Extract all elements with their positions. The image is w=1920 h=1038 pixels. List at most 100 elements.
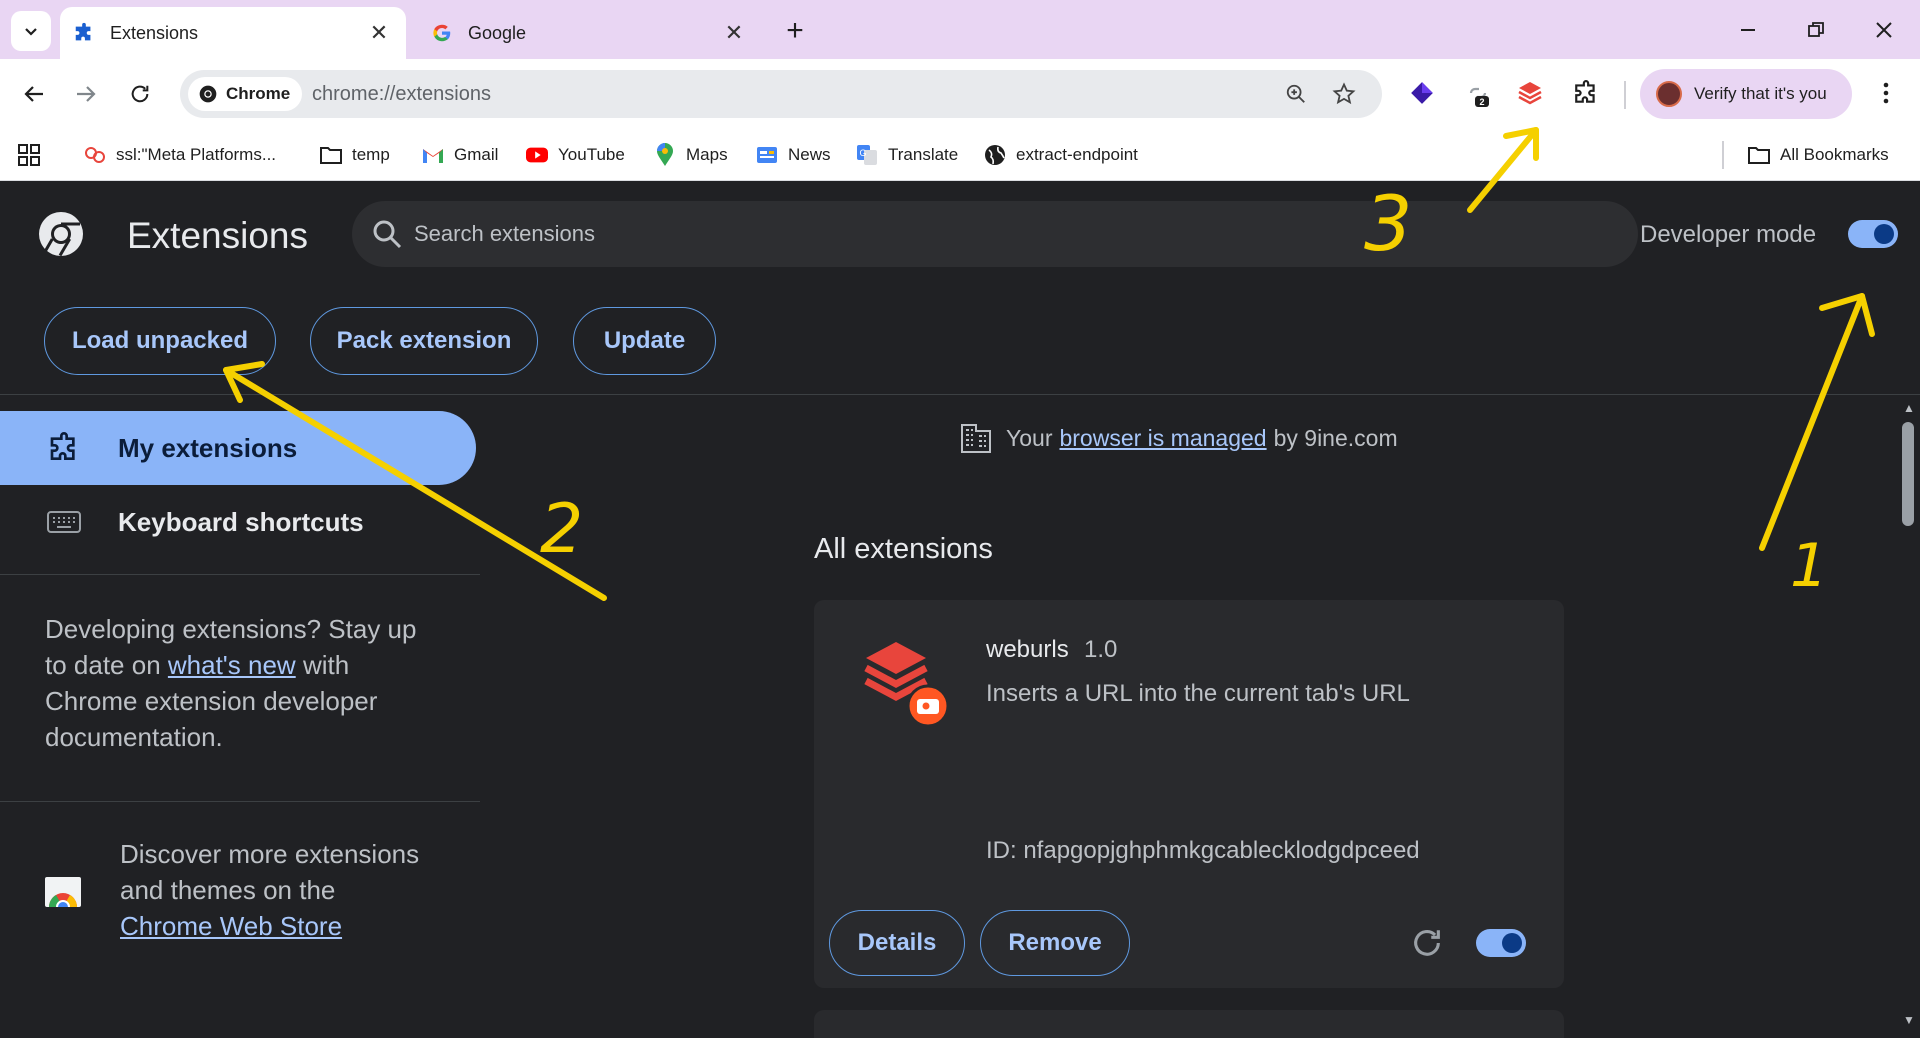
sidebar-item-keyboard-shortcuts[interactable]: Keyboard shortcuts	[0, 485, 476, 559]
tab-search-button[interactable]	[11, 11, 51, 51]
web-store-icon	[45, 877, 81, 907]
sidebar-item-label: Keyboard shortcuts	[118, 506, 364, 537]
purple-extension-icon[interactable]	[1404, 75, 1440, 111]
reload-icon	[131, 85, 149, 103]
back-button[interactable]	[14, 74, 54, 114]
whats-new-link[interactable]: what's new	[168, 650, 296, 680]
bookmark-meta[interactable]: ssl:"Meta Platforms...	[84, 141, 276, 169]
bookmark-star-icon[interactable]	[1330, 80, 1358, 108]
chrome-icon	[199, 85, 217, 103]
toggle-knob	[1502, 933, 1522, 953]
meta-icon	[84, 144, 106, 166]
chrome-logo-icon	[39, 212, 83, 257]
youtube-icon	[526, 144, 548, 166]
apps-button[interactable]	[18, 141, 40, 169]
annotation-label-2: 2	[540, 490, 583, 569]
extension-name: weburls	[986, 636, 1069, 663]
kebab-icon	[1883, 82, 1889, 104]
search-extensions-field[interactable]	[352, 201, 1638, 267]
toggle-knob	[1874, 224, 1894, 244]
tab-extensions[interactable]: Extensions ✕	[60, 7, 406, 59]
bookmark-label: Translate	[888, 145, 959, 164]
scrollbar-thumb[interactable]	[1902, 422, 1914, 526]
chrome-web-store-link[interactable]: Chrome Web Store	[120, 911, 342, 941]
forward-button[interactable]	[66, 74, 106, 114]
extensions-puzzle-icon[interactable]	[1568, 75, 1604, 111]
restore-button[interactable]	[1790, 8, 1842, 52]
minimize-icon	[1741, 29, 1755, 31]
pack-extension-button[interactable]: Pack extension	[310, 307, 538, 375]
close-tab-icon[interactable]: ✕	[364, 18, 394, 48]
site-info-chip[interactable]: Chrome	[188, 77, 303, 111]
maps-icon	[654, 143, 676, 166]
browser-managed-link[interactable]: browser is managed	[1059, 425, 1266, 452]
extension-id: ID: nfapgopjghphmkgcablecklodgdpceed	[986, 837, 1420, 864]
url-text[interactable]: chrome://extensions	[312, 83, 491, 106]
close-tab-icon[interactable]: ✕	[719, 18, 749, 48]
extension-badge: 2	[1479, 97, 1484, 107]
bookmark-label: Gmail	[454, 145, 499, 164]
all-bookmarks-label: All Bookmarks	[1780, 145, 1889, 164]
scroll-down-arrow[interactable]: ▼	[1901, 1012, 1917, 1028]
scroll-up-arrow[interactable]: ▲	[1901, 400, 1917, 416]
chevron-down-icon	[25, 28, 37, 36]
managed-notice: Your browser is managed by 9ine.com	[960, 420, 1398, 456]
puzzle-icon	[72, 21, 96, 45]
page-title: Extensions	[127, 215, 308, 256]
sidebar-divider	[0, 574, 480, 575]
bookmark-youtube[interactable]: YouTube	[526, 141, 625, 169]
link-extension-icon[interactable]: 2	[1460, 75, 1496, 111]
google-icon	[430, 21, 454, 45]
keyboard-icon	[46, 504, 82, 540]
profile-chip[interactable]: Verify that it's you	[1640, 69, 1852, 119]
bookmark-extract-endpoint[interactable]: extract-endpoint	[984, 141, 1138, 169]
load-unpacked-button[interactable]: Load unpacked	[44, 307, 276, 375]
extension-card: weburls 1.0 Inserts a URL into the curre…	[814, 600, 1564, 988]
bookmark-label: YouTube	[558, 145, 625, 164]
bookmark-label: ssl:"Meta Platforms...	[116, 145, 277, 164]
details-button[interactable]: Details	[829, 910, 965, 976]
bookmark-gmail[interactable]: Gmail	[422, 141, 498, 169]
tab-google[interactable]: Google ✕	[418, 7, 761, 59]
zoom-icon[interactable]	[1282, 80, 1310, 108]
close-window-button[interactable]	[1858, 8, 1910, 52]
minimize-button[interactable]	[1722, 8, 1774, 52]
reload-icon[interactable]	[1410, 926, 1444, 960]
section-title: All extensions	[814, 533, 993, 565]
restore-icon	[1808, 22, 1824, 37]
bookmark-label: extract-endpoint	[1016, 145, 1138, 164]
extension-enable-toggle[interactable]	[1476, 929, 1526, 957]
sidebar-divider	[0, 801, 480, 802]
news-icon	[756, 144, 778, 166]
web-store-promo-text: Discover more extensions and themes on t…	[120, 839, 420, 941]
bookmarks-bar: ssl:"Meta Platforms... temp Gmail YouTub…	[0, 129, 1920, 181]
browser-toolbar: Chrome chrome://extensions 2 Verify that…	[0, 59, 1920, 129]
chip-label: Chrome	[226, 84, 291, 103]
bookmark-label: Maps	[686, 145, 728, 164]
remove-button[interactable]: Remove	[980, 910, 1130, 976]
bookmark-news[interactable]: News	[756, 141, 831, 169]
bookmark-maps[interactable]: Maps	[654, 141, 728, 169]
bookmarks-divider	[1722, 141, 1724, 169]
new-tab-button[interactable]: +	[776, 12, 814, 50]
weburls-extension-icon[interactable]	[1512, 75, 1548, 111]
annotation-label-1: 1	[1790, 531, 1828, 601]
weburls-extension-logo-icon	[864, 642, 950, 728]
bookmark-translate[interactable]: G Translate	[856, 141, 958, 169]
sidebar-item-my-extensions[interactable]: My extensions	[0, 411, 476, 485]
tab-strip: Extensions ✕ Google ✕ +	[0, 0, 1920, 59]
forward-arrow-icon	[77, 86, 96, 102]
apps-grid-icon	[18, 144, 40, 166]
building-icon	[961, 424, 991, 453]
developer-mode-toggle[interactable]	[1848, 220, 1898, 248]
all-bookmarks-button[interactable]: All Bookmarks	[1748, 141, 1889, 169]
search-input[interactable]	[414, 216, 1514, 252]
sidebar: My extensions Keyboard shortcuts Develop…	[0, 395, 480, 1038]
folder-icon	[320, 144, 342, 166]
tab-title: Google	[468, 22, 527, 43]
address-bar[interactable]: Chrome chrome://extensions	[180, 70, 1382, 118]
bookmark-temp[interactable]: temp	[320, 141, 390, 169]
update-button[interactable]: Update	[573, 307, 716, 375]
browser-menu-button[interactable]	[1868, 75, 1904, 111]
reload-button[interactable]	[120, 74, 160, 114]
